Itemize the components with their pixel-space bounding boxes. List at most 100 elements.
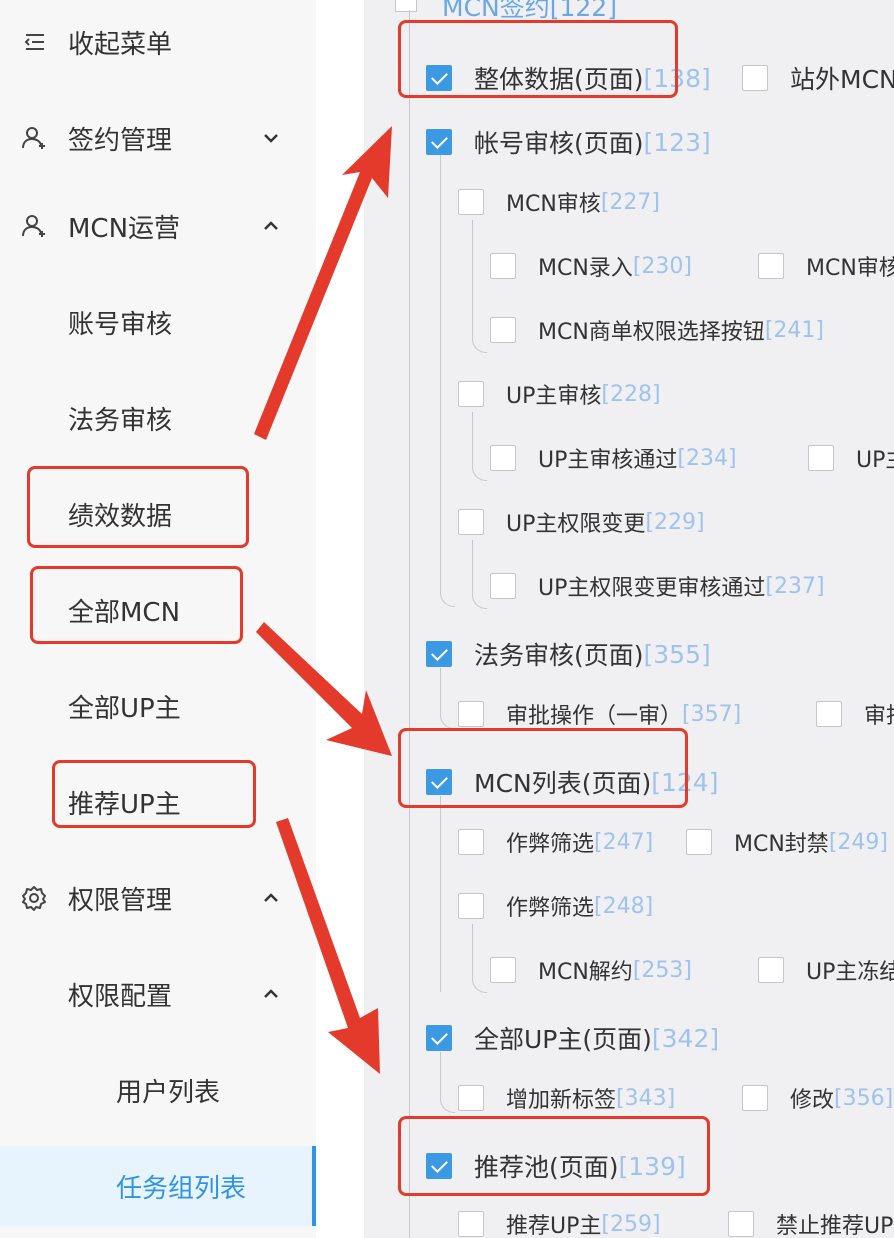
highlight-recommend-pool-node [398, 1116, 710, 1196]
checkbox-checked[interactable] [426, 129, 452, 155]
permission-tree-panel: MCN签约[122] 整体数据(页面) [138] 站外MCN 帐号审核(页面)[… [364, 0, 894, 1238]
tree-connector [440, 668, 455, 729]
node-id: [241] [764, 317, 824, 343]
node-label: UP主 [856, 448, 894, 473]
checkbox-checked[interactable] [426, 1025, 452, 1051]
tree-node-offsite-mcn[interactable]: 站外MCN [742, 60, 894, 96]
tree-node-up-review[interactable]: UP主审核 [228] [458, 378, 661, 410]
checkbox[interactable] [458, 189, 484, 215]
checkbox[interactable] [458, 893, 484, 919]
menu-account-review[interactable]: 账号审核 [0, 292, 316, 352]
node-label: MCN商单权限选择按钮 [538, 320, 765, 345]
tree-node-forbid-recommend[interactable]: 禁止推荐UP [728, 1208, 893, 1238]
tree-node-up-partial[interactable]: UP主 [808, 442, 894, 474]
node-id: [123] [643, 127, 711, 157]
node-id: [259] [601, 1211, 661, 1237]
tree-connector [472, 540, 487, 609]
collapse-menu-label: 收起菜单 [68, 29, 173, 60]
node-label: UP主审核 [506, 384, 602, 409]
tree-node-mcn-review-2[interactable]: MCN审核 [758, 250, 894, 282]
tree-node-mcn-review[interactable]: MCN审核 [227] [458, 186, 660, 218]
checkbox[interactable] [458, 1085, 484, 1111]
checkbox[interactable] [490, 573, 516, 599]
menu-permission-config[interactable]: 权限配置 [0, 964, 316, 1024]
tree-connector [472, 412, 487, 481]
tree-connector [440, 154, 455, 607]
tree-node-up-freeze[interactable]: UP主冻结 [758, 954, 894, 986]
menu-permission-management-label: 权限管理 [68, 885, 173, 916]
menu-permission-config-label: 权限配置 [68, 981, 173, 1012]
menu-account-review-label: 账号审核 [68, 309, 173, 340]
node-id: [237] [765, 573, 825, 599]
menu-sign-management[interactable]: 签约管理 [0, 108, 316, 168]
chevron-up-icon [264, 221, 278, 230]
node-label: MCN解约 [538, 960, 633, 985]
menu-sign-management-label: 签约管理 [68, 125, 173, 156]
tree-connector [440, 796, 441, 992]
node-id: [343] [616, 1085, 676, 1111]
checkbox[interactable] [686, 829, 712, 855]
highlight-all-mcn [30, 566, 243, 644]
tree-node-approval-first[interactable]: 审批操作（一审） [357] [458, 698, 741, 730]
node-id: [234] [677, 445, 737, 471]
tree-node-cheat-filter-2[interactable]: 作弊筛选 [248] [458, 890, 653, 922]
tree-connector [440, 1052, 455, 1113]
tree-node-modify[interactable]: 修改 [356] [742, 1082, 893, 1114]
checkbox[interactable] [490, 253, 516, 279]
tree-node-cheat-filter[interactable]: 作弊筛选 [247] [458, 826, 653, 858]
node-id: [342] [651, 1023, 720, 1053]
checkbox[interactable] [742, 65, 768, 91]
node-id: [228] [601, 381, 661, 407]
tree-node-legal-review[interactable]: 法务审核(页面) [355] [426, 636, 711, 672]
tree-node-mcn-terminate[interactable]: MCN解约 [253] [490, 954, 692, 986]
menu-permission-management[interactable]: 权限管理 [0, 868, 316, 928]
checkbox[interactable] [742, 1085, 768, 1111]
checkbox[interactable] [490, 445, 516, 471]
menu-task-group-list[interactable]: 任务组列表 [0, 1146, 316, 1226]
tree-connector [472, 220, 487, 353]
node-label: 推荐UP主 [506, 1214, 602, 1238]
tree-node-mcn-business-button[interactable]: MCN商单权限选择按钮 [241] [490, 314, 824, 346]
tree-node-mcn-entry[interactable]: MCN录入 [230] [490, 250, 692, 282]
checkbox-checked[interactable] [426, 641, 452, 667]
node-label: UP主冻结 [806, 960, 894, 985]
tree-node-up-permission-change-pass[interactable]: UP主权限变更审核通过 [237] [490, 570, 825, 602]
node-label: MCN审核 [506, 192, 601, 217]
tree-node-recommend-up[interactable]: 推荐UP主 [259] [458, 1208, 661, 1238]
tree-node-all-up[interactable]: 全部UP主(页面) [342] [426, 1020, 719, 1056]
node-id: [355] [643, 639, 711, 669]
checkbox[interactable] [490, 317, 516, 343]
node-id: [253] [632, 957, 692, 983]
menu-legal-review[interactable]: 法务审核 [0, 388, 316, 448]
panel-gutter [316, 0, 364, 1238]
collapse-menu-button[interactable]: 收起菜单 [0, 12, 316, 72]
checkbox[interactable] [816, 701, 842, 727]
node-label: 作弊筛选 [506, 896, 595, 921]
tree-node-account-review[interactable]: 帐号审核(页面) [123] [426, 124, 711, 160]
checkbox[interactable] [728, 1211, 754, 1237]
node-label: MCN封禁 [734, 832, 829, 857]
checkbox[interactable] [458, 1211, 484, 1237]
checkbox[interactable] [458, 701, 484, 727]
menu-mcn-operations[interactable]: MCN运营 [0, 196, 316, 256]
tree-node-add-tag[interactable]: 增加新标签 [343] [458, 1082, 675, 1114]
checkbox[interactable] [808, 445, 834, 471]
menu-user-list-label: 用户列表 [116, 1077, 221, 1108]
checkbox[interactable] [458, 509, 484, 535]
menu-all-up[interactable]: 全部UP主 [0, 676, 316, 736]
tree-node-up-permission-change[interactable]: UP主权限变更 [229] [458, 506, 705, 538]
checkbox[interactable] [758, 253, 784, 279]
checkbox[interactable] [458, 381, 484, 407]
menu-mcn-operations-label: MCN运营 [68, 213, 181, 244]
checkbox[interactable] [758, 957, 784, 983]
checkbox[interactable] [458, 829, 484, 855]
node-label: UP主权限变更审核通过 [538, 576, 766, 601]
tree-checkbox[interactable] [395, 0, 417, 12]
menu-user-list[interactable]: 用户列表 [0, 1060, 316, 1120]
tree-node-approval-partial[interactable]: 审批 [816, 698, 894, 730]
node-label: 站外MCN [790, 65, 894, 94]
highlight-recommend-up [52, 760, 256, 828]
checkbox[interactable] [490, 957, 516, 983]
tree-node-mcn-ban[interactable]: MCN封禁 [249] [686, 826, 888, 858]
tree-node-up-review-pass[interactable]: UP主审核通过 [234] [490, 442, 737, 474]
